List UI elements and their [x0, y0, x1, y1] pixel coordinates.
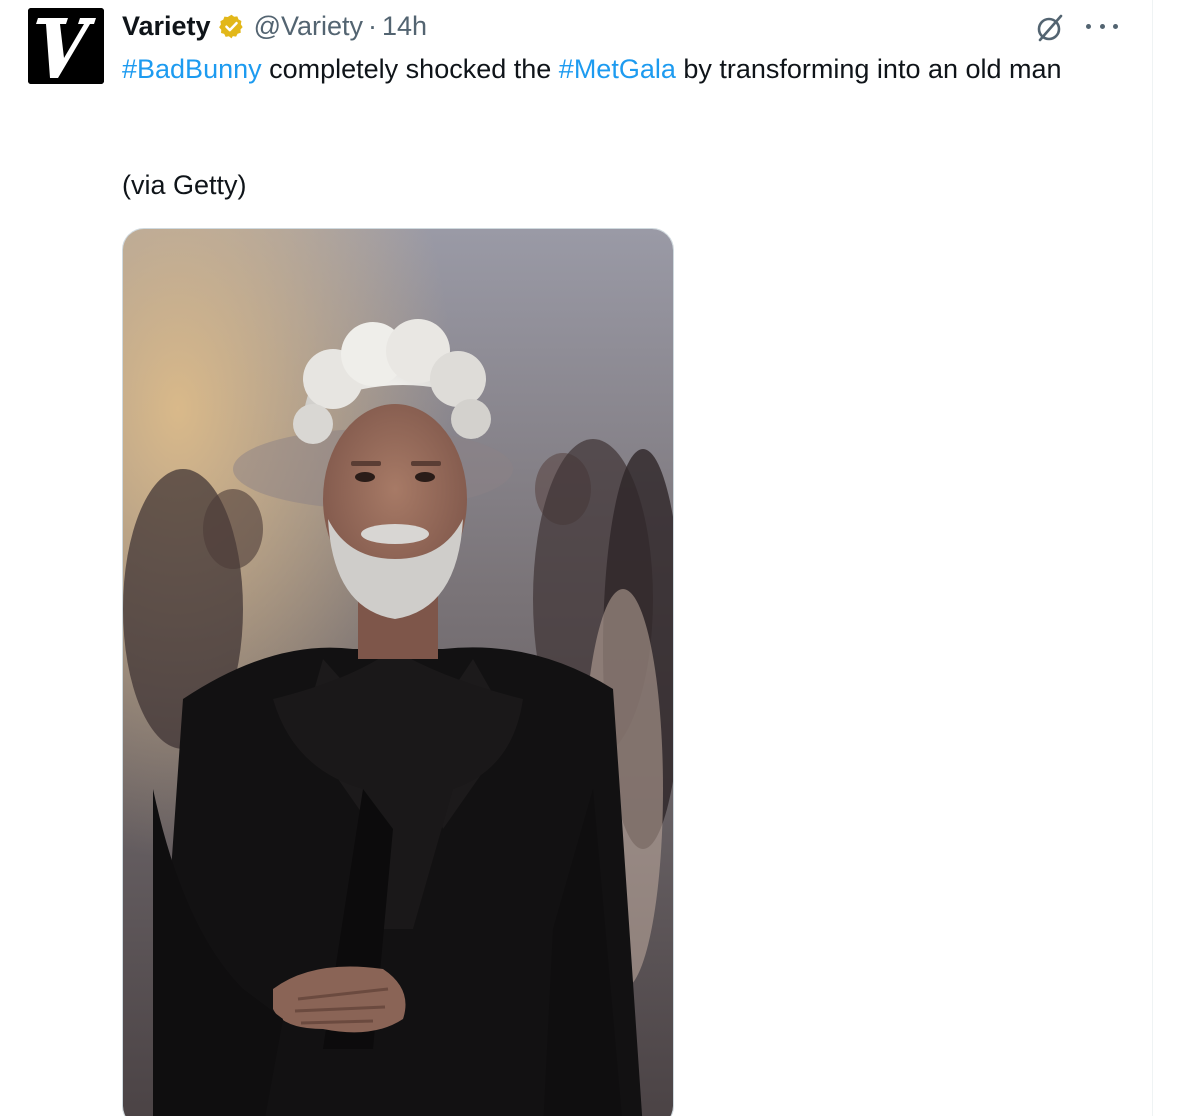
author-handle[interactable]: @Variety — [254, 11, 363, 42]
tweet-text: #BadBunny completely shocked the #MetGal… — [122, 50, 1122, 89]
photo-man-in-black-suit-icon — [123, 229, 673, 1116]
tweet-text-part-2: by transforming into an old man — [675, 54, 1062, 84]
hashtag-metgala[interactable]: #MetGala — [559, 54, 676, 84]
tweet-timestamp[interactable]: 14h — [382, 11, 427, 42]
tweet-text-part-1: completely shocked the — [261, 54, 559, 84]
tweet-page: Variety @Variety · 14h #BadBunny complet… — [0, 0, 1200, 1116]
author-avatar[interactable] — [28, 8, 104, 84]
grok-slash-circle-icon[interactable] — [1034, 12, 1066, 44]
header-separator: · — [368, 10, 378, 41]
hashtag-badbunny[interactable]: #BadBunny — [122, 54, 262, 84]
more-ellipsis-icon[interactable] — [1086, 16, 1118, 36]
author-display-name[interactable]: Variety — [122, 11, 211, 42]
variety-v-logo-icon — [28, 8, 104, 84]
timeline-right-divider — [1152, 0, 1153, 1116]
via-credit: (via Getty) — [122, 170, 247, 200]
verified-badge-icon[interactable] — [218, 13, 245, 40]
tweet-media-photo[interactable] — [122, 228, 674, 1116]
tweet-header: Variety @Variety · 14h — [122, 8, 427, 44]
